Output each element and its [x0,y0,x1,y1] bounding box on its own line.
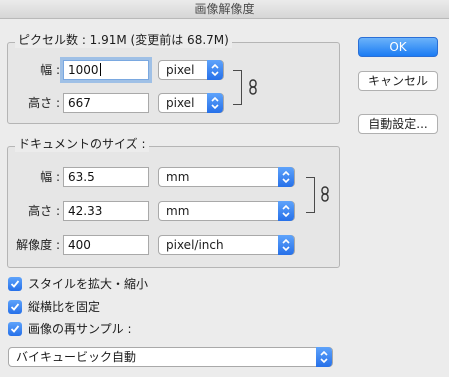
resample-label: 画像の再サンプル : [28,322,132,336]
up-down-arrows-icon [278,167,294,187]
doc-height-label: 高さ : [28,204,60,218]
pixel-width-unit-select[interactable]: pixel [158,60,224,80]
resolution-unit-select[interactable]: pixel/inch [158,235,295,255]
checkmark-icon [10,325,20,333]
auto-button[interactable]: 自動設定... [358,114,438,134]
resolution-value: 400 [68,238,91,252]
doc-height-unit: mm [166,204,190,218]
chain-link-icon [249,79,257,95]
checkmark-icon [10,280,20,288]
resample-checkbox-row[interactable]: 画像の再サンプル : [8,321,188,337]
ok-button[interactable]: OK [358,37,438,57]
scale-styles-checkbox[interactable] [8,277,22,291]
pixel-height-label: 高さ : [28,96,60,110]
chain-link-icon [321,186,329,202]
resample-method-select[interactable]: バイキュービック自動 [8,347,333,367]
cancel-button[interactable]: キャンセル [358,71,438,91]
text-caret [99,63,101,76]
scale-styles-checkbox-row[interactable]: スタイルを拡大・縮小 [8,276,188,292]
pixel-height-value: 667 [68,96,91,110]
pixel-width-value: 1000 [68,63,99,77]
document-size-legend: ドキュメントのサイズ : [15,137,149,152]
constrain-proportions-label: 縦横比を固定 [28,300,101,314]
pixel-width-unit: pixel [166,63,195,77]
scale-styles-label: スタイルを拡大・縮小 [28,277,149,291]
doc-height-unit-select[interactable]: mm [158,201,295,221]
resample-method-value: バイキュービック自動 [16,350,137,364]
doc-width-value: 63.5 [68,170,95,184]
doc-width-unit-select[interactable]: mm [158,167,295,187]
pixel-height-unit-select[interactable]: pixel [158,93,224,113]
up-down-arrows-icon [207,93,223,113]
up-down-arrows-icon [207,60,223,80]
doc-width-label: 幅 : [40,170,60,184]
pixel-width-label: 幅 : [40,63,60,77]
constrain-proportions-checkbox[interactable] [8,300,22,314]
doc-link-bracket [306,177,315,213]
pixel-dimensions-legend: ピクセル数 : 1.91M (変更前は 68.7M) [15,33,232,48]
pixel-width-input[interactable]: 1000 [63,60,149,80]
pixel-link-bracket [233,70,242,105]
up-down-arrows-icon [278,235,294,255]
constrain-proportions-checkbox-row[interactable]: 縦横比を固定 [8,299,188,315]
window-title: 画像解像度 [0,0,449,19]
pixel-height-unit: pixel [166,96,195,110]
resolution-label: 解像度 : [16,238,60,252]
doc-width-unit: mm [166,170,190,184]
up-down-arrows-icon [278,201,294,221]
up-down-arrows-icon [316,347,332,367]
checkmark-icon [10,303,20,311]
resolution-unit: pixel/inch [166,238,224,252]
doc-width-input[interactable]: 63.5 [63,167,149,187]
resample-checkbox[interactable] [8,322,22,336]
doc-height-input[interactable]: 42.33 [63,201,149,221]
pixel-height-input[interactable]: 667 [63,93,149,113]
doc-height-value: 42.33 [68,204,103,218]
resolution-input[interactable]: 400 [63,235,149,255]
